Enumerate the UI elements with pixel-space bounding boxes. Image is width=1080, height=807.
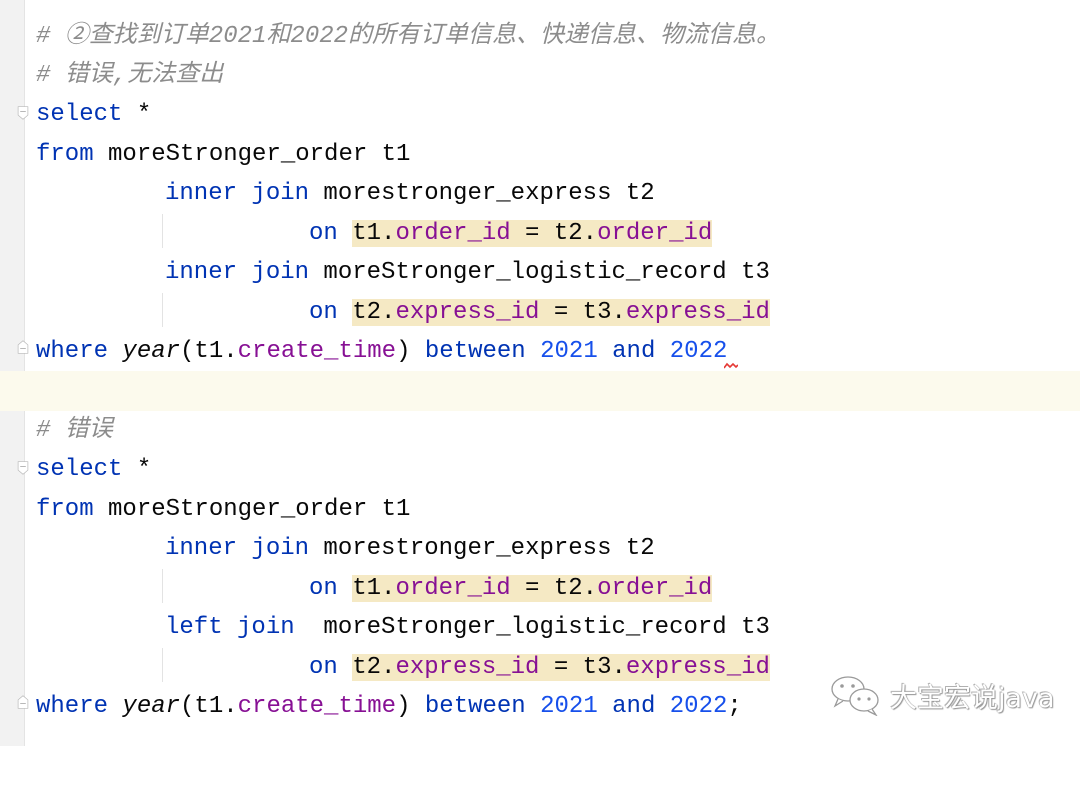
table-ref: morestronger_express t2	[309, 180, 655, 207]
field-order-id: order_id	[597, 220, 713, 247]
keyword-on: on	[309, 220, 338, 247]
star: *	[122, 456, 152, 483]
field-create-time: create_time	[237, 693, 397, 720]
semicolon: ;	[727, 693, 742, 720]
field-create-time: create_time	[237, 338, 397, 365]
code-line-5[interactable]: inner join morestronger_express t2	[0, 174, 1080, 214]
indent-guide	[162, 648, 163, 682]
code-line-7[interactable]: inner join moreStronger_logistic_record …	[0, 253, 1080, 293]
field-order-id: order_id	[395, 220, 511, 247]
code-line-16[interactable]: left join moreStronger_logistic_record t…	[0, 608, 1080, 648]
wechat-icon	[831, 676, 879, 716]
fold-end-icon[interactable]	[16, 340, 30, 354]
comment: # 错误,无法查出	[36, 62, 224, 89]
keyword-where: where	[36, 338, 109, 365]
indent-guide	[162, 293, 163, 327]
keyword-on: on	[309, 575, 338, 602]
indent-guide	[162, 214, 163, 248]
keyword-left-join: left join	[165, 614, 295, 641]
code-line-2[interactable]: # 错误,无法查出	[0, 56, 1080, 96]
keyword-and: and	[612, 338, 656, 365]
code-line-9[interactable]: where year(t1.create_time) between 2021 …	[0, 332, 1080, 372]
keyword-between: between	[424, 338, 526, 365]
keyword-inner-join: inner join	[165, 259, 310, 286]
table-ref: moreStronger_logistic_record t3	[309, 259, 770, 286]
code-line-4[interactable]: from moreStronger_order t1	[0, 135, 1080, 175]
fold-collapse-icon[interactable]	[16, 461, 30, 475]
table-ref: morestronger_express t2	[309, 535, 655, 562]
keyword-select: select	[36, 101, 123, 128]
keyword-on: on	[309, 299, 338, 326]
code-editor[interactable]: # ②查找到订单2021和2022的所有订单信息、快递信息、物流信息。 # 错误…	[0, 0, 1080, 746]
keyword-select: select	[36, 456, 123, 483]
field-express-id: express_id	[395, 299, 540, 326]
number: 2021	[540, 338, 598, 365]
keyword-inner-join: inner join	[165, 535, 310, 562]
field-order-id: order_id	[395, 575, 511, 602]
star: *	[122, 101, 152, 128]
table-ref: moreStronger_logistic_record t3	[294, 614, 770, 641]
field-express-id: express_id	[625, 299, 770, 326]
code-line-3[interactable]: select *	[0, 95, 1080, 135]
keyword-inner-join: inner join	[165, 180, 310, 207]
table-ref: moreStronger_order t1	[93, 496, 411, 523]
usage-highlight: t1.order_id = t2.order_id	[352, 220, 713, 247]
keyword-from: from	[36, 141, 94, 168]
watermark-text: 大宝宏说java	[890, 682, 1055, 714]
error-squiggle-icon[interactable]	[724, 362, 738, 370]
usage-highlight: t2.express_id = t3.express_id	[352, 299, 770, 326]
table-ref: moreStronger_order t1	[93, 141, 411, 168]
number: 2022	[669, 693, 728, 720]
field-order-id: order_id	[597, 575, 713, 602]
usage-highlight: t1.order_id = t2.order_id	[352, 575, 713, 602]
comment: # ②查找到订单2021和2022的所有订单信息、快递信息、物流信息。	[36, 23, 781, 50]
fold-end-icon[interactable]	[16, 695, 30, 709]
keyword-and: and	[612, 693, 656, 720]
code-line-13[interactable]: from moreStronger_order t1	[0, 490, 1080, 530]
comment: # 错误	[36, 417, 113, 444]
indent-guide	[162, 569, 163, 603]
keyword-on: on	[309, 654, 338, 681]
keyword-from: from	[36, 496, 94, 523]
watermark: 大宝宏说java	[830, 672, 1055, 718]
code-line-11[interactable]: # 错误	[0, 411, 1080, 451]
function-year: year	[122, 338, 181, 365]
code-line-10-current[interactable]	[0, 371, 1080, 411]
usage-highlight: t2.express_id = t3.express_id	[352, 654, 770, 681]
field-express-id: express_id	[625, 654, 770, 681]
function-year: year	[122, 693, 181, 720]
code-line-1[interactable]: # ②查找到订单2021和2022的所有订单信息、快递信息、物流信息。	[0, 17, 1080, 57]
code-line-12[interactable]: select *	[0, 450, 1080, 490]
field-express-id: express_id	[395, 654, 540, 681]
keyword-where: where	[36, 693, 109, 720]
number: 2022	[669, 338, 728, 365]
code-line-14[interactable]: inner join morestronger_express t2	[0, 529, 1080, 569]
keyword-between: between	[424, 693, 526, 720]
fold-collapse-icon[interactable]	[16, 106, 30, 120]
number: 2021	[540, 693, 598, 720]
